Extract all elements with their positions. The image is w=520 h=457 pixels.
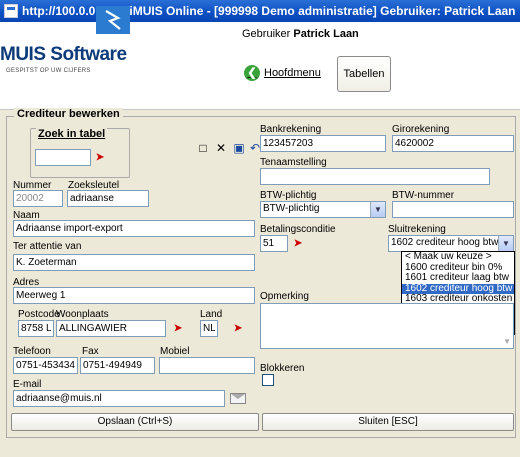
muis-logo-icon	[96, 6, 130, 34]
logo-tagline: GESPITST OP UW CIJFERS	[6, 68, 91, 74]
btw-nummer-field[interactable]	[392, 201, 514, 218]
save-icon[interactable]: ▣	[232, 141, 246, 155]
mobiel-field[interactable]	[159, 357, 255, 374]
home-label: Hoofdmenu	[264, 67, 321, 79]
betalingsconditie-lookup-arrow-icon[interactable]: ➤	[292, 238, 304, 250]
sluitrekening-select[interactable]: 1602 crediteur hoog btw ▼	[388, 235, 514, 252]
opmerking-label: Opmerking	[260, 291, 309, 302]
postcode-field[interactable]	[18, 320, 54, 337]
zoeksleutel-field[interactable]	[67, 190, 149, 207]
fax-label: Fax	[82, 346, 99, 357]
scroll-down-icon: ▼	[503, 337, 511, 346]
form-title: Crediteur bewerken	[14, 108, 123, 120]
btw-plichtig-select[interactable]: BTW-plichtig ▼	[260, 201, 386, 218]
girorekening-field[interactable]	[392, 135, 514, 152]
email-field[interactable]	[13, 390, 225, 407]
ter-attentie-label: Ter attentie van	[13, 241, 82, 252]
mail-icon[interactable]	[230, 393, 246, 404]
naam-field[interactable]	[13, 220, 255, 237]
btw-plichtig-label: BTW-plichtig	[260, 190, 317, 201]
bankrekening-label: Bankrekening	[260, 124, 322, 135]
save-button[interactable]: Opslaan (Ctrl+S)	[11, 413, 259, 431]
new-document-icon[interactable]: □	[196, 141, 210, 155]
girorekening-label: Girorekening	[392, 124, 450, 135]
tables-button[interactable]: Tabellen	[337, 56, 391, 92]
bankrekening-field[interactable]	[260, 135, 386, 152]
adres-field[interactable]	[13, 287, 255, 304]
tenaamstelling-label: Tenaamstelling	[260, 157, 327, 168]
chevron-down-icon: ▼	[370, 202, 385, 217]
search-go-arrow-icon[interactable]: ➤	[94, 152, 106, 164]
user-name: Patrick Laan	[293, 28, 359, 40]
btw-plichtig-value: BTW-plichtig	[263, 203, 320, 214]
nummer-field[interactable]	[13, 190, 63, 207]
tenaamstelling-field[interactable]	[260, 168, 490, 185]
logo-name: MUIS Software	[0, 44, 127, 65]
logo-area	[0, 22, 238, 110]
ter-attentie-field[interactable]	[13, 254, 255, 271]
sluitrekening-value: 1602 crediteur hoog btw	[391, 237, 499, 248]
blokkeren-label: Blokkeren	[260, 363, 305, 374]
back-arrow-icon: ❮	[244, 65, 260, 81]
chevron-down-icon: ▼	[498, 236, 513, 251]
postcode-label: Postcode	[18, 309, 60, 320]
woonplaats-lookup-arrow-icon[interactable]: ➤	[172, 323, 184, 335]
land-lookup-arrow-icon[interactable]: ➤	[232, 323, 244, 335]
user-prefix: Gebruiker	[242, 28, 291, 40]
fax-field[interactable]	[80, 357, 155, 374]
search-title: Zoek in tabel	[36, 128, 108, 140]
sluitrekening-label: Sluitrekening	[388, 224, 446, 235]
btw-nummer-label: BTW-nummer	[392, 190, 455, 201]
telefoon-label: Telefoon	[13, 346, 51, 357]
search-input[interactable]	[35, 149, 91, 166]
opmerking-textarea[interactable]: ▼	[260, 303, 514, 349]
betalingsconditie-label: Betalingsconditie	[260, 224, 336, 235]
browser-icon	[4, 4, 18, 18]
mobiel-label: Mobiel	[160, 346, 190, 357]
land-field[interactable]	[200, 320, 218, 337]
telefoon-field[interactable]	[13, 357, 78, 374]
blokkeren-checkbox[interactable]	[262, 374, 274, 386]
land-label: Land	[200, 309, 223, 320]
sluitrekening-option[interactable]: < Maak uw keuze >	[402, 251, 514, 263]
delete-icon[interactable]: ✕	[214, 141, 228, 155]
user-info: Gebruiker Patrick Laan	[242, 28, 359, 40]
woonplaats-field[interactable]	[56, 320, 166, 337]
close-button[interactable]: Sluiten [ESC]	[262, 413, 514, 431]
home-button[interactable]: ❮ Hoofdmenu	[244, 58, 321, 88]
woonplaats-label: Woonplaats	[56, 309, 109, 320]
email-label: E-mail	[13, 379, 42, 390]
window-title-bar: http://100.0.0.142 - iMUIS Online - [999…	[0, 0, 520, 22]
betalingsconditie-field[interactable]	[260, 235, 288, 252]
sluitrekening-option[interactable]: 1601 crediteur laag btw	[402, 272, 514, 284]
